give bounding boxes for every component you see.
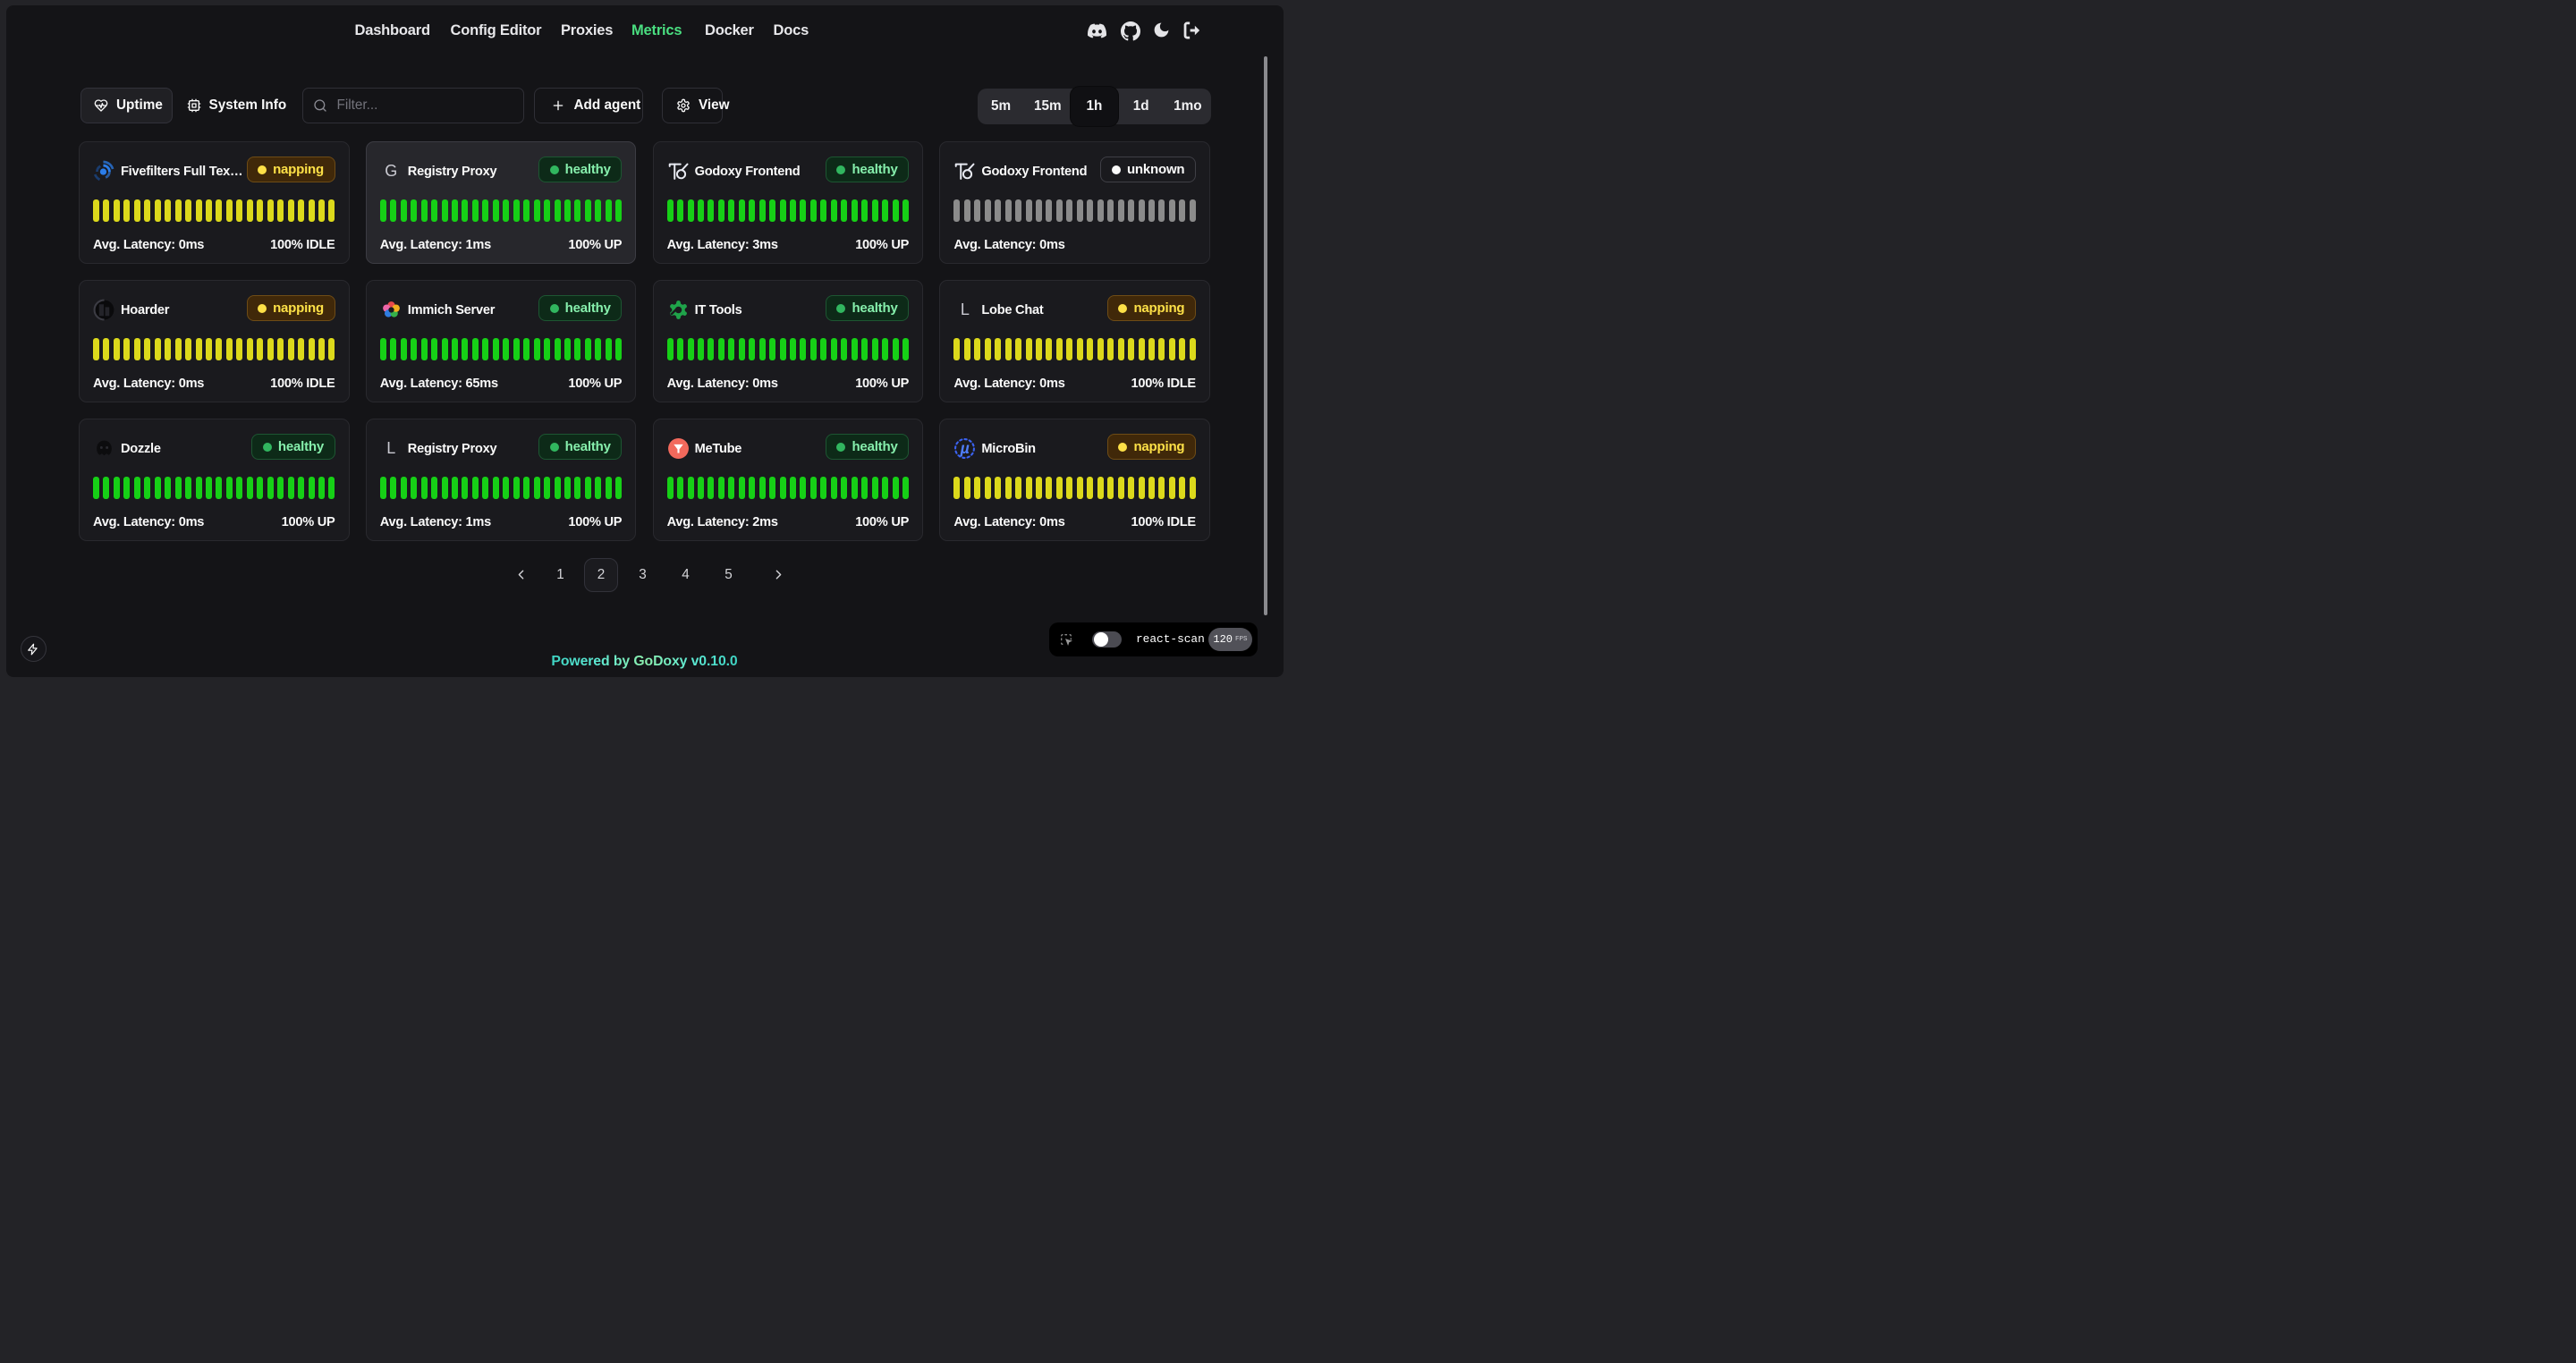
svg-text:µ: µ: [960, 439, 970, 457]
